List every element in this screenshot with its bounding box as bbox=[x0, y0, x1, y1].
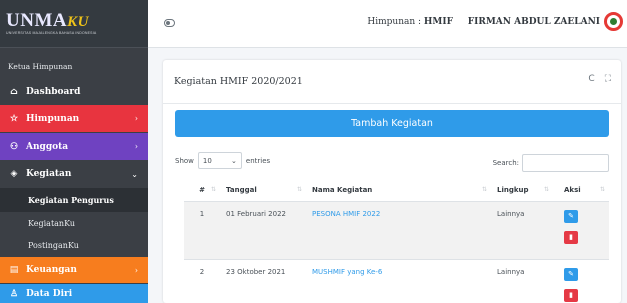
trash-icon: ▮ bbox=[569, 233, 573, 241]
column-header-no[interactable]: # ⇅ bbox=[184, 179, 220, 202]
brand-suffix: KU bbox=[67, 14, 89, 31]
refresh-icon[interactable]: C bbox=[588, 74, 594, 84]
edit-button[interactable]: ✎ bbox=[564, 209, 578, 223]
sidebar-item-label: Data Diri bbox=[26, 288, 73, 299]
sidebar-item-keuangan[interactable]: ▤ Keuangan › bbox=[0, 257, 148, 283]
entries-value: 10 bbox=[202, 156, 212, 165]
kegiatan-table: # ⇅ Tanggal ⇅ Nama Kegiatan ⇅ Lingkup ⇅ Aksi… bbox=[184, 179, 609, 303]
home-icon: ⌂ bbox=[10, 87, 18, 97]
sidebar-item-label: Himpunan bbox=[26, 113, 80, 124]
table-row: 1 01 Februari 2022 PESONA HMIF 2022 Lain… bbox=[184, 200, 609, 259]
chevron-right-icon: › bbox=[134, 114, 138, 123]
cell-tanggal: 23 Oktober 2021 bbox=[220, 258, 306, 303]
chevron-down-icon: ⌄ bbox=[131, 169, 138, 179]
sort-icon: ⇅ bbox=[543, 186, 549, 193]
edit-button[interactable]: ✎ bbox=[564, 267, 578, 281]
card-tools: C ⛶ bbox=[588, 74, 611, 84]
layers-icon: ◈ bbox=[10, 169, 18, 179]
column-header-lingkup[interactable]: Lingkup ⇅ bbox=[491, 179, 553, 202]
delete-button[interactable]: ▮ bbox=[564, 288, 578, 302]
sort-icon: ⇅ bbox=[599, 186, 605, 193]
sidebar-item-label: Kegiatan bbox=[26, 169, 72, 179]
sidebar-item-anggota[interactable]: ⚇ Anggota › bbox=[0, 133, 148, 160]
star-icon: ☆ bbox=[9, 113, 19, 124]
topbar: Himpunan : HMIF FIRMAN ABDUL ZAELANI bbox=[148, 0, 627, 48]
edit-icon: ✎ bbox=[568, 270, 574, 278]
entries-label: entries bbox=[245, 156, 271, 165]
user-name[interactable]: FIRMAN ABDUL ZAELANI bbox=[468, 17, 600, 27]
search-control: Search: bbox=[493, 154, 609, 172]
column-header-label: Aksi bbox=[564, 185, 581, 194]
sort-icon: ⇅ bbox=[481, 186, 487, 193]
cell-nama-link[interactable]: PESONA HMIF 2022 bbox=[306, 200, 491, 259]
column-header-tanggal[interactable]: Tanggal ⇅ bbox=[220, 179, 306, 202]
expand-icon[interactable]: ⛶ bbox=[605, 74, 611, 84]
brand-tagline: UNIVERSITAS MAJALENGKA BAHASA INDONESIA bbox=[6, 31, 97, 36]
kegiatan-card: Kegiatan HMIF 2020/2021 C ⛶ Tambah Kegia… bbox=[163, 60, 621, 303]
column-header-label: Nama Kegiatan bbox=[312, 185, 373, 194]
chevron-down-icon: ⌄ bbox=[231, 156, 237, 165]
card-header: Kegiatan HMIF 2020/2021 C ⛶ bbox=[163, 60, 621, 104]
column-header-label: Lingkup bbox=[497, 185, 529, 194]
user-icon: ♙ bbox=[9, 288, 19, 299]
entries-select[interactable]: 10 ⌄ bbox=[197, 152, 242, 169]
himpunan-indicator: Himpunan : HMIF bbox=[367, 17, 453, 27]
column-header-nama[interactable]: Nama Kegiatan ⇅ bbox=[306, 179, 491, 202]
card-title: Kegiatan HMIF 2020/2021 bbox=[174, 76, 303, 87]
edit-icon: ✎ bbox=[568, 212, 574, 220]
search-input[interactable] bbox=[522, 154, 609, 172]
sidebar-item-himpunan[interactable]: ☆ Himpunan › bbox=[0, 105, 148, 132]
cell-aksi: ✎ ▮ bbox=[553, 258, 609, 303]
cell-lingkup: Lainnya bbox=[491, 258, 553, 303]
sidebar-item-kegiatan[interactable]: ◈ Kegiatan ⌄ bbox=[0, 161, 148, 187]
search-label: Search: bbox=[492, 159, 519, 167]
sidebar-role: Ketua Himpunan bbox=[8, 62, 73, 71]
column-header-label: Tanggal bbox=[226, 185, 257, 194]
cell-nama-link[interactable]: MUSHMIF yang Ke-6 bbox=[306, 258, 491, 303]
sidebar-item-label: Keuangan bbox=[26, 265, 77, 275]
trash-icon: ▮ bbox=[569, 291, 573, 299]
sidebar-item-data-diri[interactable]: ♙ Data Diri bbox=[0, 284, 148, 303]
table-header-row: # ⇅ Tanggal ⇅ Nama Kegiatan ⇅ Lingkup ⇅ Aksi… bbox=[184, 179, 609, 202]
sort-icon: ⇅ bbox=[296, 186, 302, 193]
entries-length-control: Show 10 ⌄ entries bbox=[175, 152, 270, 169]
delete-button[interactable]: ▮ bbox=[564, 230, 578, 244]
sidebar-item-dashboard[interactable]: ⌂ Dashboard bbox=[0, 80, 148, 104]
cell-lingkup: Lainnya bbox=[491, 200, 553, 259]
brand[interactable]: UNMAKU UNIVERSITAS MAJALENGKA BAHASA IND… bbox=[0, 0, 148, 48]
users-icon: ⚇ bbox=[9, 141, 19, 152]
column-header-aksi[interactable]: Aksi ⇅ bbox=[553, 179, 609, 202]
cell-no: 1 bbox=[184, 200, 220, 259]
table-row: 2 23 Oktober 2021 MUSHMIF yang Ke-6 Lain… bbox=[184, 258, 609, 303]
cell-tanggal: 01 Februari 2022 bbox=[220, 200, 306, 259]
sidebar-item-label: Anggota bbox=[26, 141, 69, 152]
wallet-icon: ▤ bbox=[9, 265, 19, 275]
sidebar-toggle-icon[interactable] bbox=[164, 19, 175, 27]
sort-icon: ⇅ bbox=[210, 186, 216, 193]
sidebar-subitem-kegiatan-pengurus[interactable]: Kegiatan Pengurus bbox=[0, 188, 148, 212]
brand-name: UNMA bbox=[6, 10, 68, 32]
chevron-right-icon: › bbox=[134, 142, 138, 151]
brand-logo: UNMAKU UNIVERSITAS MAJALENGKA BAHASA IND… bbox=[6, 11, 96, 36]
cell-no: 2 bbox=[184, 258, 220, 303]
sidebar-subitem-postinganku[interactable]: PostinganKu bbox=[0, 234, 148, 256]
sidebar-item-label: Dashboard bbox=[26, 87, 81, 97]
himpunan-label: Himpunan : bbox=[367, 17, 424, 27]
chevron-right-icon: › bbox=[134, 265, 138, 275]
sidebar: UNMAKU UNIVERSITAS MAJALENGKA BAHASA IND… bbox=[0, 0, 148, 303]
show-label: Show bbox=[175, 156, 194, 165]
column-header-label: # bbox=[199, 185, 205, 194]
add-kegiatan-button[interactable]: Tambah Kegiatan bbox=[175, 110, 609, 137]
avatar[interactable] bbox=[604, 12, 623, 31]
cell-aksi: ✎ ▮ bbox=[553, 200, 609, 259]
sidebar-subitem-kegiatanku[interactable]: KegiatanKu bbox=[0, 212, 148, 234]
himpunan-value: HMIF bbox=[423, 17, 453, 27]
